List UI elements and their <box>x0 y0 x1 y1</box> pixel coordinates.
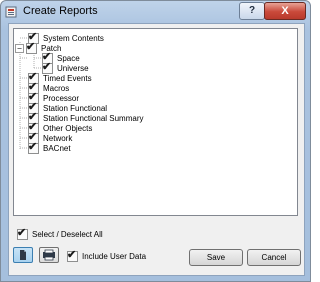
tree-item-label: Universe <box>57 63 89 73</box>
tree-item-label: Timed Events <box>43 73 92 83</box>
tree-item-universe[interactable]: ✔ Universe <box>42 60 89 74</box>
collapse-icon[interactable]: − <box>15 43 24 53</box>
select-all-checkbox[interactable]: ✔ <box>17 227 28 240</box>
tree-item-patch[interactable]: − ✔ Patch <box>15 40 61 54</box>
tree-item-label: Macros <box>43 83 70 93</box>
select-all-row[interactable]: ✔ Select / Deselect All <box>17 227 103 240</box>
dialog-body: ✔ System Contents − ✔ Patch ✔ Space ✔ Un… <box>8 23 305 276</box>
document-view-button[interactable] <box>13 247 33 263</box>
save-button[interactable]: Save <box>189 249 243 266</box>
tree-item-label: Station Functional <box>43 103 108 113</box>
tree-item-timed-events[interactable]: ✔ Timed Events <box>28 71 92 84</box>
check-mark-icon: ✔ <box>42 60 52 73</box>
include-user-data-checkbox[interactable]: ✔ <box>67 249 78 262</box>
checkbox[interactable]: ✔ <box>42 60 53 74</box>
help-button[interactable]: ? <box>239 2 265 20</box>
tree-item-system-contents[interactable]: ✔ System Contents <box>28 31 104 44</box>
app-icon <box>5 6 17 18</box>
tree-item-station-functional[interactable]: ✔ Station Functional <box>28 101 108 114</box>
close-button[interactable]: X <box>264 2 306 20</box>
tree-item-label: Station Functional Summary <box>43 113 144 123</box>
tree-item-label: Space <box>57 53 80 63</box>
report-tree[interactable]: ✔ System Contents − ✔ Patch ✔ Space ✔ Un… <box>13 28 298 216</box>
check-mark-icon: ✔ <box>28 140 38 153</box>
create-reports-dialog: Create Reports ? X ✔ System Contents − ✔… <box>0 0 311 282</box>
printer-button[interactable] <box>39 247 59 263</box>
check-mark-icon: ✔ <box>17 227 27 239</box>
window-title: Create Reports <box>23 5 98 17</box>
tree-item-label: Network <box>43 133 73 143</box>
tree-item-label: Processor <box>43 93 80 103</box>
tree-item-other-objects[interactable]: ✔ Other Objects <box>28 121 93 134</box>
checkbox[interactable]: ✔ <box>26 40 37 54</box>
tree-item-label: System Contents <box>43 33 104 43</box>
include-user-data-row[interactable]: ✔ Include User Data <box>67 249 147 262</box>
check-mark-icon: ✔ <box>26 40 36 53</box>
tree-item-station-functional-summary[interactable]: ✔ Station Functional Summary <box>28 111 144 124</box>
document-icon <box>20 250 26 260</box>
tree-item-label: Other Objects <box>43 123 93 133</box>
select-all-label: Select / Deselect All <box>32 230 103 239</box>
tree-item-label: BACnet <box>43 143 71 153</box>
include-user-data-label: Include User Data <box>82 252 147 261</box>
cancel-button[interactable]: Cancel <box>247 249 301 266</box>
title-bar[interactable]: Create Reports ? X <box>1 1 310 23</box>
tree-item-bacnet[interactable]: ✔ BACnet <box>28 140 71 154</box>
checkbox[interactable]: ✔ <box>28 140 39 154</box>
check-mark-icon: ✔ <box>67 249 77 261</box>
printer-icon <box>43 249 55 261</box>
